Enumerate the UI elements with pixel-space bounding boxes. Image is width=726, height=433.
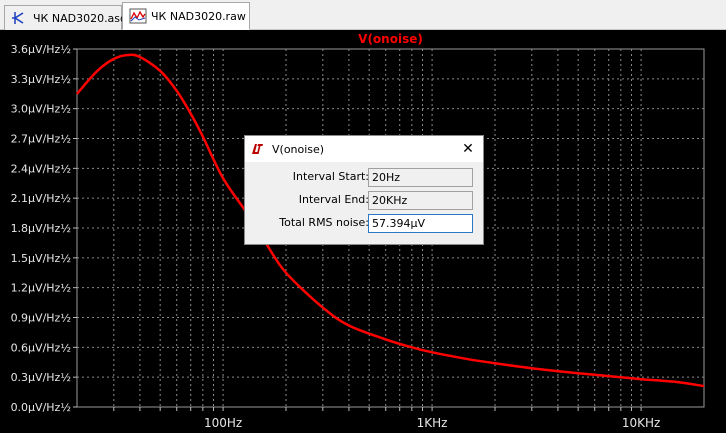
total-rms-field[interactable]: 57.394µV <box>368 214 473 233</box>
y-tick-label: 2.7µV/Hz½ <box>11 133 71 146</box>
tab-schematic[interactable]: ЧК NAD3020.asc <box>4 5 126 30</box>
interval-end-label: Interval End: <box>298 193 369 206</box>
y-tick-label: 3.3µV/Hz½ <box>11 73 71 86</box>
interval-start-label: Interval Start: <box>292 170 369 183</box>
interval-start-row: Interval Start: 20Hz <box>245 167 483 189</box>
tab-bar: ЧК NAD3020.asc ЧК NAD3020.raw <box>0 0 726 30</box>
y-tick-label: 0.3µV/Hz½ <box>11 371 71 384</box>
dialog-title: V(onoise) <box>272 142 325 156</box>
close-icon[interactable]: ✕ <box>459 140 477 158</box>
ltspice-logo-icon <box>252 144 263 154</box>
interval-end-field[interactable]: 20KHz <box>368 191 473 210</box>
y-tick-label: 2.1µV/Hz½ <box>11 192 71 205</box>
noise-dialog: V(onoise) ✕ Interval Start: 20Hz Interva… <box>244 135 484 245</box>
schematic-icon <box>12 12 24 24</box>
total-rms-label: Total RMS noise: <box>279 216 369 229</box>
total-rms-row: Total RMS noise: 57.394µV <box>245 213 483 235</box>
y-tick-label: 1.8µV/Hz½ <box>11 222 71 235</box>
y-tick-label: 3.6µV/Hz½ <box>11 43 71 56</box>
tab-waveform[interactable]: ЧК NAD3020.raw <box>122 2 250 30</box>
dialog-body: Interval Start: 20Hz Interval End: 20KHz… <box>245 162 483 244</box>
y-tick-label: 1.5µV/Hz½ <box>11 252 71 265</box>
tab-waveform-label: ЧК NAD3020.raw <box>151 9 246 23</box>
dialog-title-bar[interactable]: V(onoise) <box>245 136 483 162</box>
interval-end-row: Interval End: 20KHz <box>245 190 483 212</box>
trace-label: V(onoise) <box>358 32 423 46</box>
y-tick-label: 1.2µV/Hz½ <box>11 282 71 295</box>
x-tick-label: 10KHz <box>622 416 660 430</box>
y-tick-label: 0.6µV/Hz½ <box>11 341 71 354</box>
x-tick-label: 100Hz <box>204 416 242 430</box>
y-tick-label: 0.0µV/Hz½ <box>11 401 71 414</box>
tab-schematic-label: ЧК NAD3020.asc <box>33 11 127 25</box>
y-tick-label: 2.4µV/Hz½ <box>11 162 71 175</box>
y-tick-label: 3.0µV/Hz½ <box>11 103 71 116</box>
x-tick-label: 1KHz <box>417 416 448 430</box>
y-tick-label: 0.9µV/Hz½ <box>11 312 71 325</box>
interval-start-field[interactable]: 20Hz <box>368 168 473 187</box>
waveform-icon <box>129 8 147 24</box>
